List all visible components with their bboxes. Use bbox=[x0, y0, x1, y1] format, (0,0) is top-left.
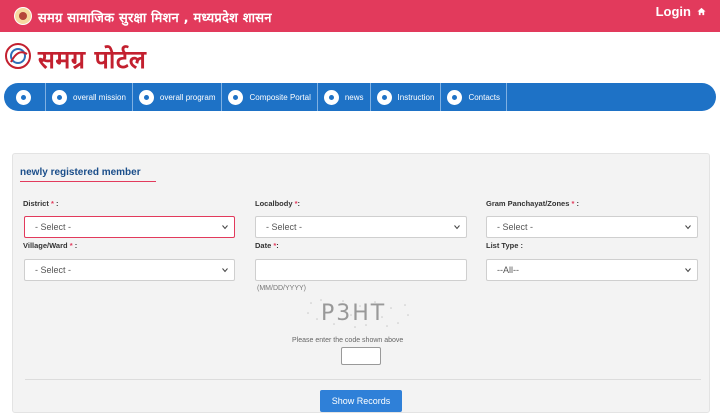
form-divider bbox=[25, 379, 701, 380]
top-bar: समग्र सामाजिक सुरक्षा मिशन , मध्यप्रदेश … bbox=[0, 0, 720, 32]
date-label: Date *: bbox=[255, 241, 279, 250]
instruction-icon bbox=[376, 89, 392, 105]
date-format-hint: (MM/DD/YYYY) bbox=[257, 285, 306, 292]
captcha-input[interactable] bbox=[341, 347, 381, 365]
village-ward-label: Village/Ward * : bbox=[23, 241, 78, 250]
home-nav-icon bbox=[16, 89, 31, 105]
list-type-label: List Type : bbox=[486, 241, 523, 250]
org-name: समग्र सामाजिक सुरक्षा मिशन , मध्यप्रदेश … bbox=[38, 11, 272, 26]
samagra-logo-icon bbox=[5, 42, 35, 70]
nav-label: overall program bbox=[159, 92, 216, 102]
captcha-instruction: Please enter the code shown above bbox=[292, 337, 404, 344]
nav-label: overall mission bbox=[73, 92, 126, 102]
nav-item-instruction[interactable]: Instruction bbox=[371, 83, 442, 111]
nav-item-news[interactable]: news bbox=[318, 83, 371, 111]
mission-icon bbox=[52, 89, 67, 105]
title-underline bbox=[20, 181, 156, 182]
contacts-icon bbox=[447, 89, 463, 105]
village-ward-select[interactable]: - Select - bbox=[24, 259, 235, 281]
chevron-down-icon bbox=[685, 225, 691, 230]
nav-label: news bbox=[344, 92, 364, 102]
gram-panchayat-label: Gram Panchayat/Zones * : bbox=[486, 199, 579, 208]
gram-panchayat-select[interactable]: - Select - bbox=[486, 216, 698, 238]
nav-item-overall-mission[interactable]: overall mission bbox=[46, 83, 133, 111]
localbody-label: Localbody *: bbox=[255, 199, 301, 208]
portal-logo-text: समग्र पोर्टल bbox=[38, 45, 147, 74]
form-title: newly registered member bbox=[20, 167, 141, 178]
date-input[interactable] bbox=[255, 259, 467, 281]
news-icon bbox=[323, 89, 339, 105]
nav-label: Composite Portal bbox=[249, 92, 311, 102]
nav-item-composite-portal[interactable]: Composite Portal bbox=[222, 83, 318, 111]
chevron-down-icon bbox=[685, 268, 691, 273]
login-link[interactable]: Login bbox=[656, 4, 706, 19]
state-emblem-icon bbox=[14, 7, 32, 25]
district-select[interactable]: - Select - bbox=[24, 216, 235, 238]
nav-item-home[interactable] bbox=[10, 83, 46, 111]
program-icon bbox=[138, 89, 154, 105]
home-icon bbox=[697, 7, 706, 16]
list-type-select[interactable]: --All-- bbox=[486, 259, 698, 281]
nav-item-contacts[interactable]: Contacts bbox=[441, 83, 508, 111]
captcha-code: P3HT bbox=[321, 301, 387, 326]
chevron-down-icon bbox=[222, 225, 228, 230]
search-form-card: newly registered member District * : Loc… bbox=[12, 153, 710, 413]
chevron-down-icon bbox=[222, 268, 228, 273]
login-label: Login bbox=[655, 4, 691, 19]
nav-item-overall-program[interactable]: overall program bbox=[133, 83, 223, 111]
logo-area: समग्र पोर्टल bbox=[0, 32, 720, 82]
nav-label: Instruction bbox=[397, 92, 435, 102]
chevron-down-icon bbox=[454, 225, 460, 230]
nav-label: Contacts bbox=[468, 92, 501, 102]
district-label: District * : bbox=[23, 199, 59, 208]
portal-icon bbox=[228, 89, 244, 105]
captcha-image: P3HT bbox=[303, 297, 413, 329]
localbody-select[interactable]: - Select - bbox=[255, 216, 467, 238]
main-nav: overall mission overall program Composit… bbox=[4, 83, 716, 111]
